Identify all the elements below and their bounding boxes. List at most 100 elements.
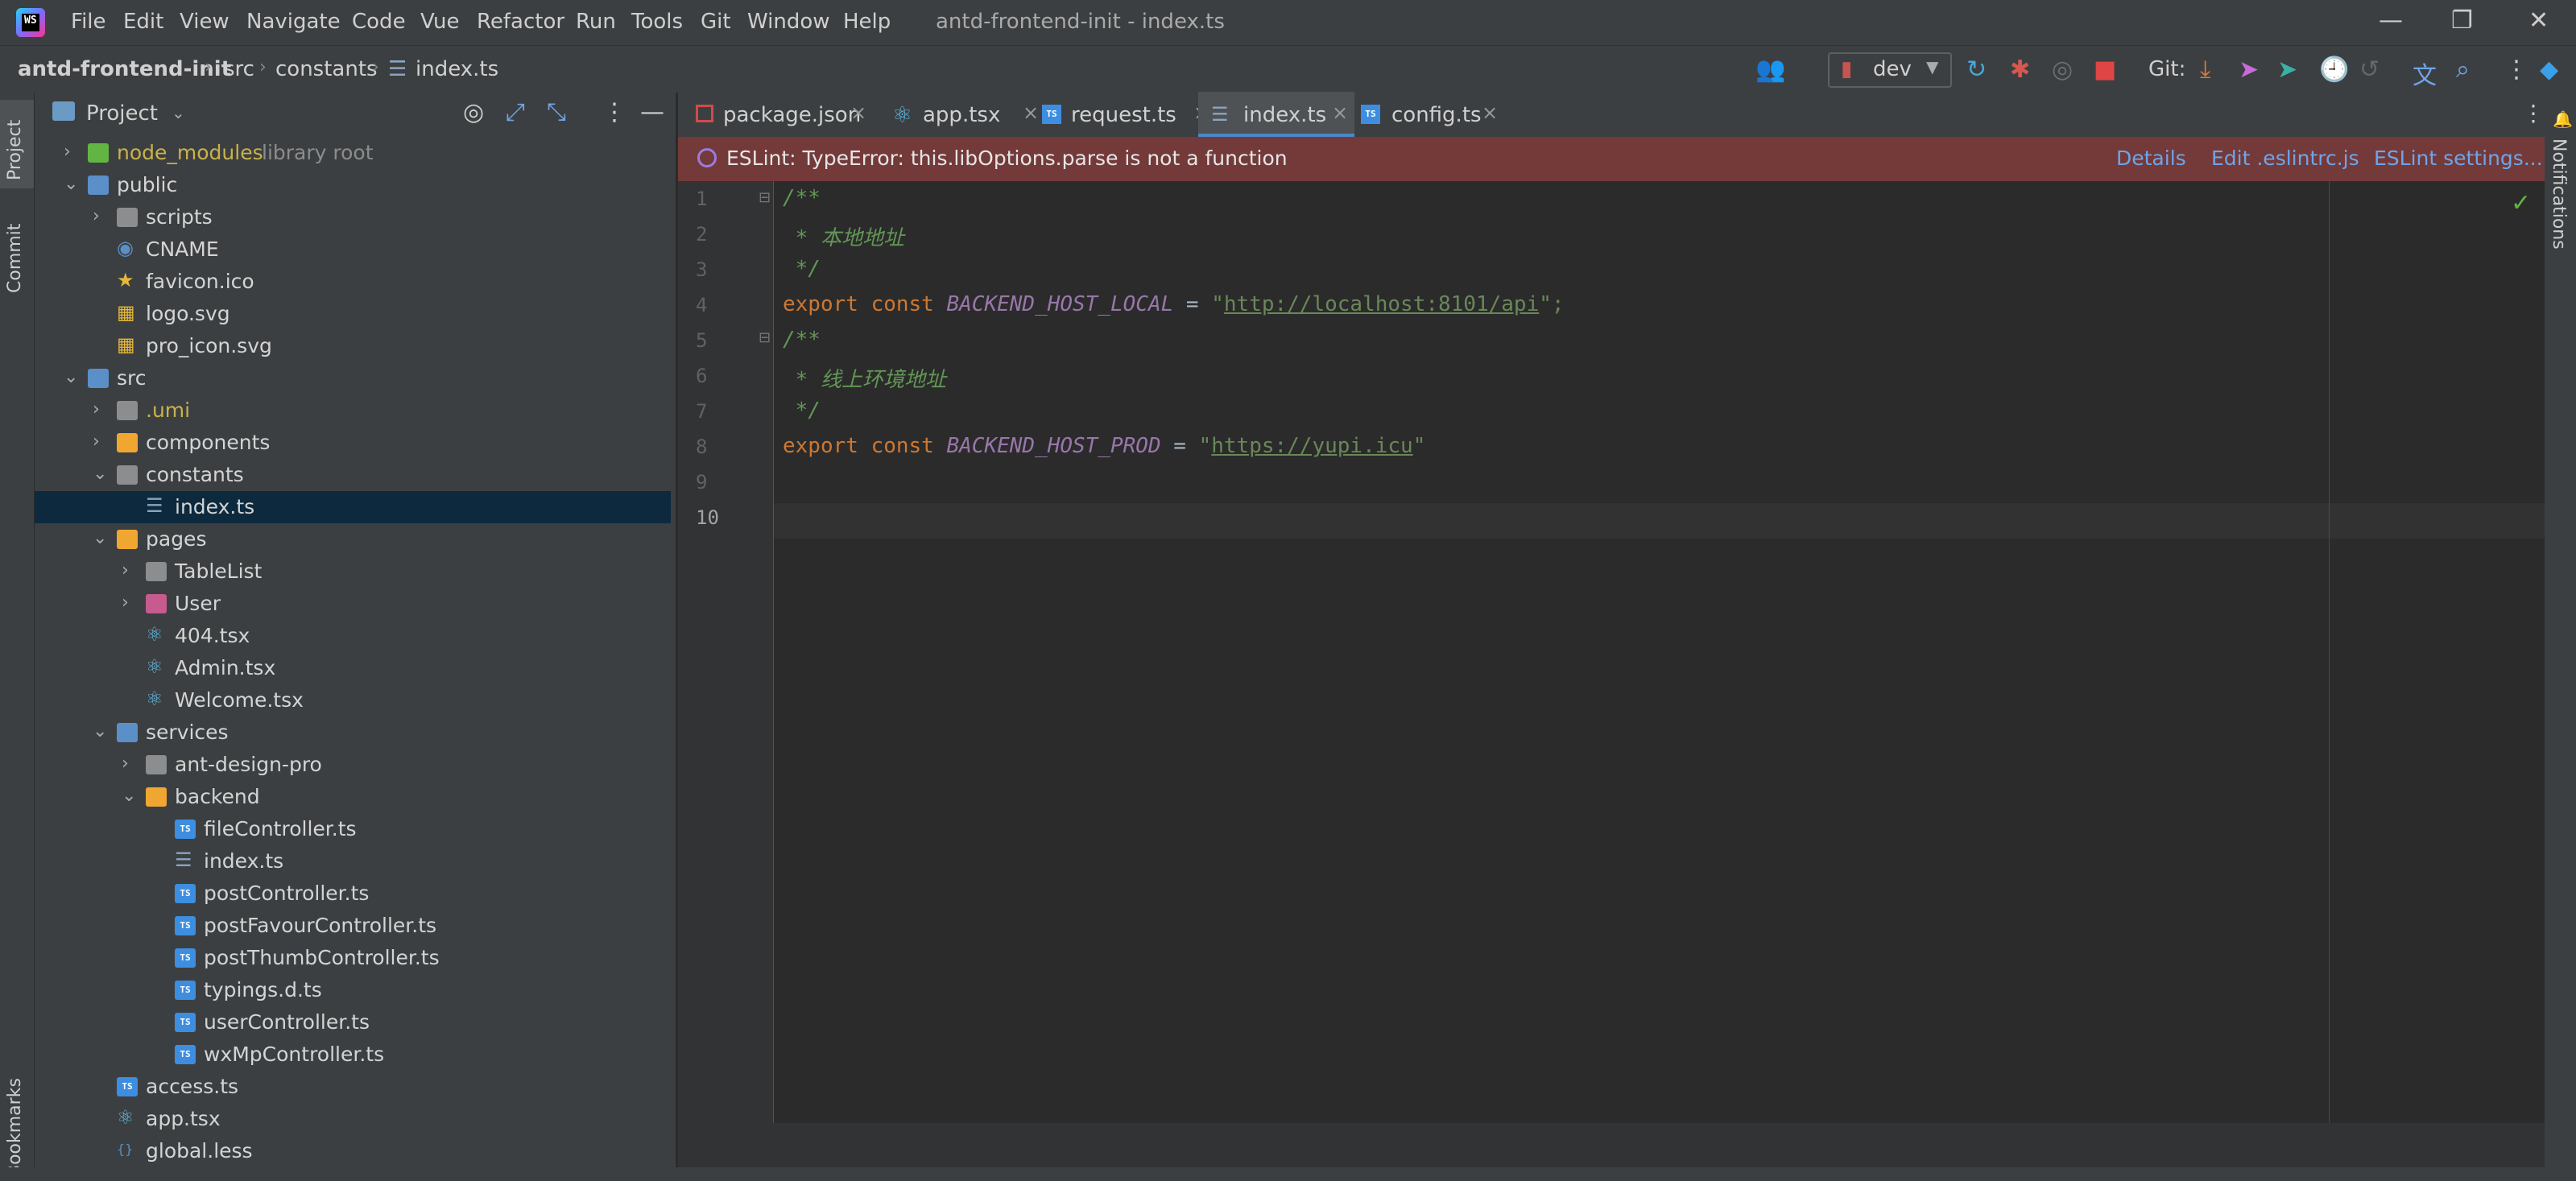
locate-icon[interactable]: ◎ xyxy=(463,98,484,126)
tab-package-json[interactable]: package.json × xyxy=(678,92,876,137)
menu-view[interactable]: View xyxy=(180,10,229,34)
tree-item[interactable]: TS userController.ts xyxy=(35,1006,671,1039)
tree-item[interactable]: ⚛ app.tsx xyxy=(35,1103,671,1135)
tree-item[interactable]: ⌄ pages xyxy=(35,523,671,555)
tree-item[interactable]: › TableList xyxy=(35,555,671,588)
search-icon[interactable]: ⌕ xyxy=(2456,56,2470,84)
tree-item[interactable]: › User xyxy=(35,588,671,620)
details-link[interactable]: Details xyxy=(2116,147,2186,170)
menu-help[interactable]: Help xyxy=(843,10,891,34)
rollback-icon[interactable]: ↺ xyxy=(2359,56,2380,84)
tree-item[interactable]: {} global.less xyxy=(35,1135,671,1167)
chevron-right-icon[interactable]: › xyxy=(122,754,129,774)
chevron-right-icon[interactable]: › xyxy=(122,560,129,580)
tree-item[interactable]: TS wxMpController.ts xyxy=(35,1039,671,1071)
close-tab-icon[interactable]: × xyxy=(1332,101,1348,124)
edit-eslintrc-link[interactable]: Edit .eslintrc.js xyxy=(2211,147,2359,170)
tree-item[interactable]: ★ favicon.ico xyxy=(35,266,671,298)
notifications-tool-tab[interactable]: Notifications xyxy=(2545,134,2576,270)
chevron-right-icon[interactable]: › xyxy=(93,399,100,419)
translate-icon[interactable]: 文 xyxy=(2413,56,2437,91)
jetbrains-toolbox-icon[interactable]: ◆ xyxy=(2540,56,2558,84)
project-tool-tab[interactable]: Project xyxy=(0,100,34,188)
tree-item[interactable]: ⌄ constants xyxy=(35,459,671,491)
close-tab-icon[interactable]: × xyxy=(1482,101,1498,124)
menu-vue[interactable]: Vue xyxy=(420,10,460,34)
menu-file[interactable]: File xyxy=(71,10,106,34)
chevron-down-icon[interactable]: ⌄ xyxy=(93,721,107,741)
url-link[interactable]: http://localhost:8101/api xyxy=(1224,292,1539,316)
tree-item[interactable]: TS access.ts xyxy=(35,1071,671,1103)
menu-window[interactable]: Window xyxy=(747,10,830,34)
restore-icon[interactable]: ❐ xyxy=(2451,6,2473,35)
options-icon[interactable]: ⋮ xyxy=(602,98,626,126)
tree-item[interactable]: › node_modules library root xyxy=(35,137,671,169)
commit-tool-tab[interactable]: Commit xyxy=(0,213,34,301)
tree-item[interactable]: TS typings.d.ts xyxy=(35,974,671,1006)
coverage-icon[interactable]: ◎ xyxy=(2052,56,2073,84)
menu-refactor[interactable]: Refactor xyxy=(477,10,564,34)
close-tab-icon[interactable]: × xyxy=(850,101,866,124)
bell-icon[interactable]: 🔔 xyxy=(2553,109,2573,129)
tree-item[interactable]: TS postController.ts xyxy=(35,877,671,910)
tree-item[interactable]: TS fileController.ts xyxy=(35,813,671,845)
more-icon[interactable]: ⋮ xyxy=(2504,56,2528,84)
code-editor[interactable]: 1 2 3 4 5 6 7 8 9 10 ⊟ ⊟ ✓ /** * 本地地址 */… xyxy=(678,181,2545,1123)
close-tab-icon[interactable]: × xyxy=(1023,101,1039,124)
chevron-right-icon[interactable]: › xyxy=(64,142,71,162)
fold-icon[interactable]: ⊟ xyxy=(759,329,771,346)
stop-icon[interactable]: ■ xyxy=(2094,56,2116,84)
tree-item[interactable]: ⚛ Admin.tsx xyxy=(35,652,671,684)
breadcrumb-file[interactable]: index.ts xyxy=(416,57,498,81)
git-commit-icon[interactable]: ➤ xyxy=(2239,56,2259,84)
tree-item[interactable]: ⚛ 404.tsx xyxy=(35,620,671,652)
tree-item[interactable]: ⌄ public xyxy=(35,169,671,201)
rerun-icon[interactable]: ↻ xyxy=(1966,56,1987,84)
tab-request-ts[interactable]: TS request.ts × xyxy=(1042,92,1221,137)
tree-item[interactable]: TS postFavourController.ts xyxy=(35,910,671,942)
menu-navigate[interactable]: Navigate xyxy=(246,10,341,34)
menu-code[interactable]: Code xyxy=(352,10,406,34)
menu-git[interactable]: Git xyxy=(701,10,731,34)
menu-tools[interactable]: Tools xyxy=(631,10,683,34)
tab-app-tsx[interactable]: ⚛ app.tsx × xyxy=(886,92,1047,137)
tree-item[interactable]: › scripts xyxy=(35,201,671,233)
tree-item[interactable]: ☰ index.ts xyxy=(35,845,671,877)
tree-item[interactable]: ⚛ Welcome.tsx xyxy=(35,684,671,716)
tab-options-icon[interactable]: ⋮ xyxy=(2522,100,2545,126)
tree-item[interactable]: ⌄ backend xyxy=(35,781,671,813)
chevron-down-icon[interactable]: ⌄ xyxy=(122,786,136,806)
chevron-down-icon[interactable]: ⌄ xyxy=(172,103,185,122)
chevron-down-icon[interactable]: ⌄ xyxy=(93,528,107,548)
git-update-icon[interactable]: ⤓ xyxy=(2200,56,2210,84)
tree-item[interactable]: ☰ index.ts xyxy=(35,491,671,523)
tree-item[interactable]: TS postThumbController.ts xyxy=(35,942,671,974)
tree-item[interactable]: › ant-design-pro xyxy=(35,749,671,781)
tab-index-ts[interactable]: ☰ index.ts × xyxy=(1198,92,1354,137)
git-push-icon[interactable]: ➤ xyxy=(2277,56,2297,84)
breadcrumb-constants[interactable]: constants xyxy=(275,57,378,81)
tree-item[interactable]: ▦ pro_icon.svg xyxy=(35,330,671,362)
history-icon[interactable]: 🕘 xyxy=(2319,56,2349,84)
tree-item[interactable]: ⌄ services xyxy=(35,716,671,749)
chevron-down-icon[interactable]: ⌄ xyxy=(64,174,78,194)
tree-item[interactable]: › .umi xyxy=(35,394,671,427)
hide-panel-icon[interactable]: — xyxy=(640,98,664,126)
close-window-icon[interactable]: ✕ xyxy=(2528,6,2549,35)
url-link[interactable]: https://yupi.icu xyxy=(1211,434,1412,458)
breadcrumb-src[interactable]: src xyxy=(224,57,254,81)
bookmarks-tool-tab[interactable]: Bookmarks xyxy=(0,1078,34,1179)
minimize-icon[interactable]: — xyxy=(2379,6,2403,35)
breadcrumb-project[interactable]: antd-frontend-init xyxy=(18,57,231,81)
project-view-title[interactable]: Project xyxy=(86,101,158,126)
users-icon[interactable]: 👥 xyxy=(1755,56,1785,84)
tree-item[interactable]: ⌄ src xyxy=(35,362,671,394)
expand-all-icon[interactable]: ⤢ xyxy=(506,98,525,126)
chevron-down-icon[interactable]: ⌄ xyxy=(93,464,107,484)
tree-item[interactable]: ◉ CNAME xyxy=(35,233,671,266)
debug-icon[interactable]: ✱ xyxy=(2010,56,2030,84)
chevron-right-icon[interactable]: › xyxy=(93,432,100,452)
collapse-all-icon[interactable]: ⤡ xyxy=(547,98,566,126)
tab-config-ts[interactable]: TS config.ts × xyxy=(1361,92,1522,137)
chevron-right-icon[interactable]: › xyxy=(122,593,129,613)
